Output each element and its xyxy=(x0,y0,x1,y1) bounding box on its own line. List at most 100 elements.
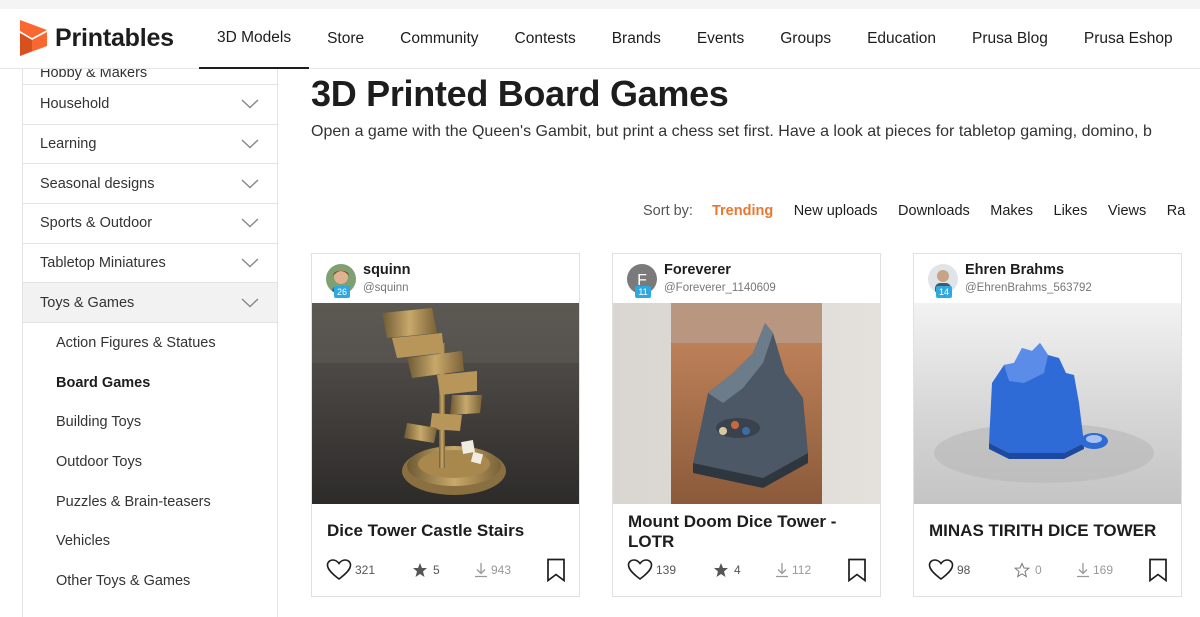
chevron-down-icon[interactable] xyxy=(241,179,259,189)
bookmark-icon[interactable] xyxy=(1148,558,1168,582)
sidebar-subcategory-action-figures[interactable]: Action Figures & Statues xyxy=(23,323,277,363)
chevron-down-icon[interactable] xyxy=(241,139,259,149)
like-count: 98 xyxy=(957,563,971,577)
author-name[interactable]: Foreverer xyxy=(664,262,731,278)
sort-label: Sort by: xyxy=(643,203,693,219)
sidebar-category-seasonal-designs[interactable]: Seasonal designs xyxy=(23,164,277,205)
sort-rating[interactable]: Ra xyxy=(1167,203,1186,219)
sort-downloads[interactable]: Downloads xyxy=(898,203,970,219)
rating-stat: 5 xyxy=(412,557,440,583)
nav-brands[interactable]: Brands xyxy=(594,9,679,69)
nav-groups[interactable]: Groups xyxy=(762,9,849,69)
sidebar-category-toys-games[interactable]: Toys & Games xyxy=(23,283,277,324)
download-stat: 112 xyxy=(775,557,811,583)
page-title: 3D Printed Board Games xyxy=(311,73,729,114)
nav-education[interactable]: Education xyxy=(849,9,954,69)
sidebar-subcategory-puzzles[interactable]: Puzzles & Brain-teasers xyxy=(23,482,277,522)
card-stats: 321 5 943 xyxy=(326,557,566,583)
user-level-badge: 26 xyxy=(334,286,350,298)
heart-icon xyxy=(627,559,653,581)
like-count: 321 xyxy=(355,563,376,577)
sort-makes[interactable]: Makes xyxy=(990,203,1033,219)
sidebar-category-label: Tabletop Miniatures xyxy=(40,255,166,272)
sort-views[interactable]: Views xyxy=(1108,203,1146,219)
model-card[interactable]: 14 Ehren Brahms @EhrenBrahms_563792 MINA… xyxy=(913,253,1182,597)
download-icon xyxy=(1077,563,1089,578)
model-thumbnail[interactable] xyxy=(914,303,1181,504)
sidebar-category-household[interactable]: Household xyxy=(23,85,277,125)
browser-top-strip xyxy=(0,0,1200,9)
download-count: 943 xyxy=(491,563,512,577)
printables-logo[interactable]: Printables xyxy=(20,20,174,56)
sidebar-subcategory-vehicles[interactable]: Vehicles xyxy=(23,522,277,562)
bookmark-icon[interactable] xyxy=(847,558,867,582)
rating-value: 5 xyxy=(433,563,440,577)
author-name[interactable]: squinn xyxy=(363,262,411,278)
sidebar-subcategory-outdoor-toys[interactable]: Outdoor Toys xyxy=(23,442,277,482)
model-title[interactable]: MINAS TIRITH DICE TOWER xyxy=(929,521,1169,541)
rating-stat: 0 xyxy=(1014,557,1042,583)
sort-likes[interactable]: Likes xyxy=(1054,203,1088,219)
card-author[interactable]: 26 squinn @squinn xyxy=(312,254,579,304)
nav-prusa-blog[interactable]: Prusa Blog xyxy=(954,9,1066,69)
bookmark-icon[interactable] xyxy=(546,558,566,582)
sidebar-subcategory-building-toys[interactable]: Building Toys xyxy=(23,403,277,443)
author-name[interactable]: Ehren Brahms xyxy=(965,262,1064,278)
star-icon xyxy=(714,563,728,577)
chevron-down-icon[interactable] xyxy=(241,218,259,228)
model-title[interactable]: Dice Tower Castle Stairs xyxy=(327,521,567,541)
chevron-up-icon[interactable] xyxy=(241,298,259,308)
like-button[interactable]: 321 xyxy=(326,557,375,583)
download-count: 169 xyxy=(1093,563,1114,577)
brand-name: Printables xyxy=(55,23,174,52)
nav-community[interactable]: Community xyxy=(382,9,496,69)
model-title[interactable]: Mount Doom Dice Tower - LOTR xyxy=(628,512,868,552)
like-button[interactable]: 139 xyxy=(627,557,676,583)
model-thumbnail[interactable] xyxy=(613,303,880,504)
sidebar-category-label: Sports & Outdoor xyxy=(40,215,153,232)
printables-logo-icon xyxy=(20,20,47,56)
card-author[interactable]: F 11 Foreverer @Foreverer_1140609 xyxy=(613,254,880,304)
star-outline-icon xyxy=(1014,562,1030,578)
like-button[interactable]: 98 xyxy=(928,557,970,583)
model-card[interactable]: F 11 Foreverer @Foreverer_1140609 Mount … xyxy=(612,253,881,597)
model-card[interactable]: 26 squinn @squinn Dice Tower Castle Stai… xyxy=(311,253,580,597)
heart-icon xyxy=(326,559,352,581)
user-level-badge: 11 xyxy=(635,286,651,298)
page-description: Open a game with the Queen's Gambit, but… xyxy=(311,123,1152,140)
nav-events[interactable]: Events xyxy=(679,9,762,69)
site-header: Printables 3D Models Store Community Con… xyxy=(0,9,1200,69)
card-author[interactable]: 14 Ehren Brahms @EhrenBrahms_563792 xyxy=(914,254,1181,304)
category-sidebar: Hobby & Makers Household Learning Season… xyxy=(22,69,278,617)
sort-bar: Sort by: Trending New uploads Downloads … xyxy=(643,201,1200,221)
sidebar-category-tabletop-miniatures[interactable]: Tabletop Miniatures xyxy=(23,244,277,284)
nav-prusa-eshop[interactable]: Prusa Eshop xyxy=(1066,9,1191,69)
nav-3d-models[interactable]: 3D Models xyxy=(199,9,310,69)
download-count: 112 xyxy=(792,563,812,577)
rating-value: 0 xyxy=(1035,563,1042,577)
sort-new-uploads[interactable]: New uploads xyxy=(794,203,878,219)
download-stat: 169 xyxy=(1076,557,1113,583)
download-icon xyxy=(776,563,788,578)
sidebar-subcategory-other-toys[interactable]: Other Toys & Games xyxy=(23,561,277,601)
sidebar-category-learning[interactable]: Learning xyxy=(23,125,277,165)
nav-contests[interactable]: Contests xyxy=(497,9,594,69)
nav-store[interactable]: Store xyxy=(309,9,382,69)
chevron-down-icon[interactable] xyxy=(241,99,259,109)
card-stats: 98 0 169 xyxy=(928,557,1168,583)
sort-trending[interactable]: Trending xyxy=(712,203,773,219)
sidebar-subcategory-board-games[interactable]: Board Games xyxy=(23,363,277,403)
rating-stat: 4 xyxy=(713,557,741,583)
sidebar-category-label: Hobby & Makers xyxy=(40,69,148,81)
heart-icon xyxy=(928,559,954,581)
star-icon xyxy=(413,563,427,577)
model-thumbnail[interactable] xyxy=(312,303,579,504)
sidebar-category-hobby-makers[interactable]: Hobby & Makers xyxy=(23,69,277,85)
sidebar-category-label: Learning xyxy=(40,136,97,153)
chevron-down-icon[interactable] xyxy=(241,258,259,268)
main-nav: 3D Models Store Community Contests Brand… xyxy=(199,9,1191,69)
sidebar-category-sports-outdoor[interactable]: Sports & Outdoor xyxy=(23,204,277,244)
sidebar-category-label: Toys & Games xyxy=(40,294,135,311)
sidebar-category-label: Household xyxy=(40,96,110,113)
download-icon xyxy=(475,563,487,578)
